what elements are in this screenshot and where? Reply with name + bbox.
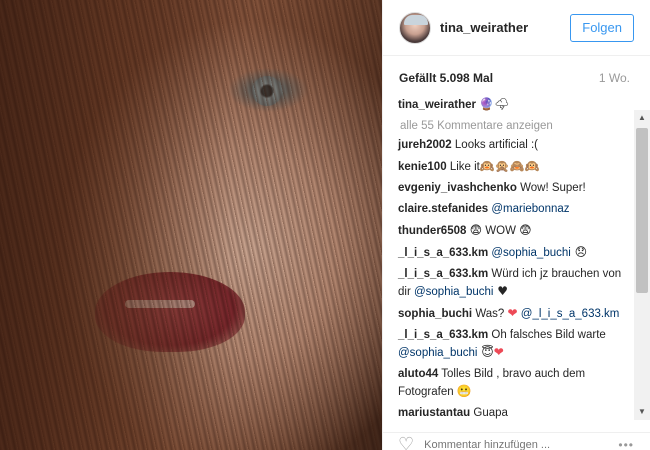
comment-emoji: 🙉🙊🙈🙉 bbox=[479, 159, 540, 173]
caption-emojis: 🔮🌩 bbox=[479, 97, 510, 111]
scrollbar-thumb[interactable] bbox=[636, 128, 648, 293]
comments-scrollbar[interactable]: ▲ ▼ bbox=[634, 110, 650, 420]
scroll-up-arrow-icon[interactable]: ▲ bbox=[634, 110, 650, 126]
comment-emoji: 😇 bbox=[477, 345, 494, 359]
add-comment-bar: ♡ ••• bbox=[382, 432, 650, 450]
scroll-down-arrow-icon[interactable]: ▼ bbox=[634, 404, 650, 420]
comment-input[interactable] bbox=[424, 438, 619, 450]
comment-username[interactable]: _l_i_s_a_633.km bbox=[398, 247, 488, 259]
comment-item: jureh2002 Looks artificial :( bbox=[398, 137, 626, 154]
comment-mention-link[interactable]: @_l_i_s_a_633.km bbox=[521, 308, 620, 320]
like-heart-icon[interactable]: ♡ bbox=[398, 434, 414, 450]
comment-username[interactable]: _l_i_s_a_633.km bbox=[398, 268, 488, 280]
photo-hair-strands bbox=[0, 0, 382, 450]
comment-item: evgeniy_ivashchenko Wow! Super! bbox=[398, 180, 626, 197]
post-photo[interactable] bbox=[0, 0, 382, 450]
caption: tina_weirather 🔮🌩 bbox=[398, 96, 626, 114]
likes-count[interactable]: Gefällt 5.098 Mal bbox=[399, 71, 493, 85]
comment-username[interactable]: _l_i_s_a_633.km bbox=[398, 329, 488, 341]
heart-emoji-icon: ❤ bbox=[493, 345, 504, 359]
comment-item: claire.stefanides @mariebonnaz bbox=[398, 201, 626, 218]
comment-emoji: ♥ bbox=[493, 284, 509, 298]
avatar[interactable] bbox=[399, 11, 431, 44]
comment-text: Guapa bbox=[473, 407, 508, 419]
more-options-icon[interactable]: ••• bbox=[618, 438, 634, 450]
heart-emoji-icon: ❤ bbox=[507, 306, 518, 320]
comment-username[interactable]: thunder6508 bbox=[398, 225, 466, 237]
comment-text: Oh falsches Bild warte bbox=[491, 329, 606, 341]
comment-item: _l_i_s_a_633.km @sophia_buchi 😞 bbox=[398, 244, 626, 262]
comment-mention-link[interactable]: @sophia_buchi bbox=[491, 247, 570, 259]
post-header: tina_weirather Folgen bbox=[383, 0, 650, 56]
comment-emoji: 😬 bbox=[456, 384, 472, 398]
comment-item: _l_i_s_a_633.km Würd ich jz brauchen von… bbox=[398, 266, 626, 301]
comment-username[interactable]: claire.stefanides bbox=[398, 203, 488, 215]
comment-item: thunder6508 😨 WOW 😨 bbox=[398, 222, 626, 240]
post-time[interactable]: 1 Wo. bbox=[599, 71, 630, 85]
comment-username[interactable]: sophia_buchi bbox=[398, 308, 472, 320]
comment-item: _l_i_s_a_633.km Oh falsches Bild warte @… bbox=[398, 327, 626, 362]
likes-row: Gefällt 5.098 Mal 1 Wo. bbox=[383, 56, 650, 100]
comment-text: Like it bbox=[449, 161, 480, 173]
comment-text: Wow! Super! bbox=[520, 182, 586, 194]
comment-item: mariustantau Guapa bbox=[398, 405, 626, 422]
comment-username[interactable]: kenie100 bbox=[398, 161, 447, 173]
comments-list: tina_weirather 🔮🌩 alle 55 Kommentare anz… bbox=[382, 96, 634, 426]
comment-text: Was? bbox=[475, 308, 508, 320]
caption-username[interactable]: tina_weirather bbox=[398, 99, 476, 111]
comment-text: Looks artificial :( bbox=[454, 139, 538, 151]
view-all-comments-link[interactable]: alle 55 Kommentare anzeigen bbox=[398, 120, 626, 132]
comment-mention-link[interactable]: @sophia_buchi bbox=[414, 286, 493, 298]
follow-button[interactable]: Folgen bbox=[570, 13, 634, 42]
comment-emoji: 😞 bbox=[570, 245, 588, 259]
comment-text: WOW bbox=[482, 225, 520, 237]
comment-username[interactable]: mariustantau bbox=[398, 407, 470, 419]
comment-item: kenie100 Like it🙉🙊🙈🙉 bbox=[398, 158, 626, 176]
comment-mention-link[interactable]: @sophia_buchi bbox=[398, 347, 477, 359]
comment-username[interactable]: aluto44 bbox=[398, 368, 438, 380]
header-username[interactable]: tina_weirather bbox=[440, 20, 570, 35]
comment-emoji: 😨 bbox=[519, 223, 532, 237]
comment-item: sophia_buchi Was? ❤ @_l_i_s_a_633.km bbox=[398, 305, 626, 323]
comment-username[interactable]: evgeniy_ivashchenko bbox=[398, 182, 517, 194]
comment-username[interactable]: jureh2002 bbox=[398, 139, 452, 151]
comment-emoji: 😨 bbox=[469, 223, 483, 237]
comment-mention-link[interactable]: @mariebonnaz bbox=[491, 203, 569, 215]
comment-item: aluto44 Tolles Bild , bravo auch dem Fot… bbox=[398, 366, 626, 401]
